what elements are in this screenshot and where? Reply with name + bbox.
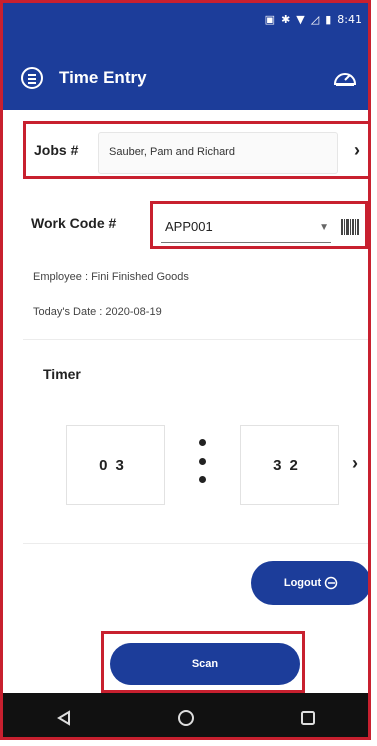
screen-frame: ▣ ✱ ▼ ◿ ▮ 8:41 Time Entry Jobs # Sauber,… <box>0 0 371 740</box>
chevron-right-icon[interactable]: › <box>354 140 360 161</box>
home-icon[interactable] <box>177 709 195 727</box>
logout-label: Logout <box>283 577 322 589</box>
bluetooth-icon: ✱ <box>281 13 291 26</box>
timer-colon <box>197 439 207 483</box>
wifi-icon: ▼ <box>296 13 305 26</box>
work-code-row: Work Code # APP001 ▼ <box>23 199 368 253</box>
jobs-row[interactable]: Jobs # Sauber, Pam and Richard › <box>23 121 368 179</box>
logout-button[interactable]: Logout <box>251 561 368 605</box>
work-code-label: Work Code # <box>31 215 117 231</box>
status-bar: ▣ ✱ ▼ ◿ ▮ 8:41 <box>265 13 362 26</box>
status-time: 8:41 <box>337 13 362 26</box>
menu-icon[interactable] <box>21 67 43 89</box>
timer-left-digits[interactable]: 03 <box>66 425 165 505</box>
work-code-dropdown[interactable]: APP001 ▼ <box>161 214 331 243</box>
scan-highlight: Scan <box>101 631 305 693</box>
logout-icon <box>324 576 338 590</box>
scan-button[interactable]: Scan <box>110 643 300 685</box>
timer-label: Timer <box>43 366 81 382</box>
recents-icon[interactable] <box>300 710 316 726</box>
chevron-right-icon[interactable]: › <box>352 453 358 474</box>
header: ▣ ✱ ▼ ◿ ▮ 8:41 Time Entry <box>3 3 368 110</box>
nfc-icon: ▣ <box>264 13 276 26</box>
employee-text: Employee : Fini Finished Goods <box>33 271 189 283</box>
jobs-field[interactable]: Sauber, Pam and Richard <box>98 132 338 174</box>
battery-icon: ▮ <box>325 13 332 26</box>
work-code-select[interactable]: APP001 ▼ <box>150 201 368 249</box>
divider <box>23 339 368 340</box>
date-text: Today's Date : 2020-08-19 <box>33 306 162 318</box>
work-code-value: APP001 <box>165 219 213 234</box>
signal-icon: ◿ <box>310 13 320 26</box>
page-title: Time Entry <box>59 68 147 87</box>
gauge-icon[interactable] <box>332 66 358 90</box>
back-icon[interactable] <box>56 710 72 726</box>
jobs-label: Jobs # <box>34 142 79 158</box>
barcode-icon[interactable] <box>341 219 359 235</box>
divider <box>23 543 368 544</box>
dropdown-arrow-icon: ▼ <box>319 222 329 233</box>
jobs-value: Sauber, Pam and Richard <box>109 146 235 158</box>
app-bar: Time Entry <box>21 61 358 95</box>
android-nav-bar <box>3 693 368 737</box>
timer-right-digits[interactable]: 32 <box>240 425 339 505</box>
app-screen: ▣ ✱ ▼ ◿ ▮ 8:41 Time Entry Jobs # Sauber,… <box>3 3 368 737</box>
